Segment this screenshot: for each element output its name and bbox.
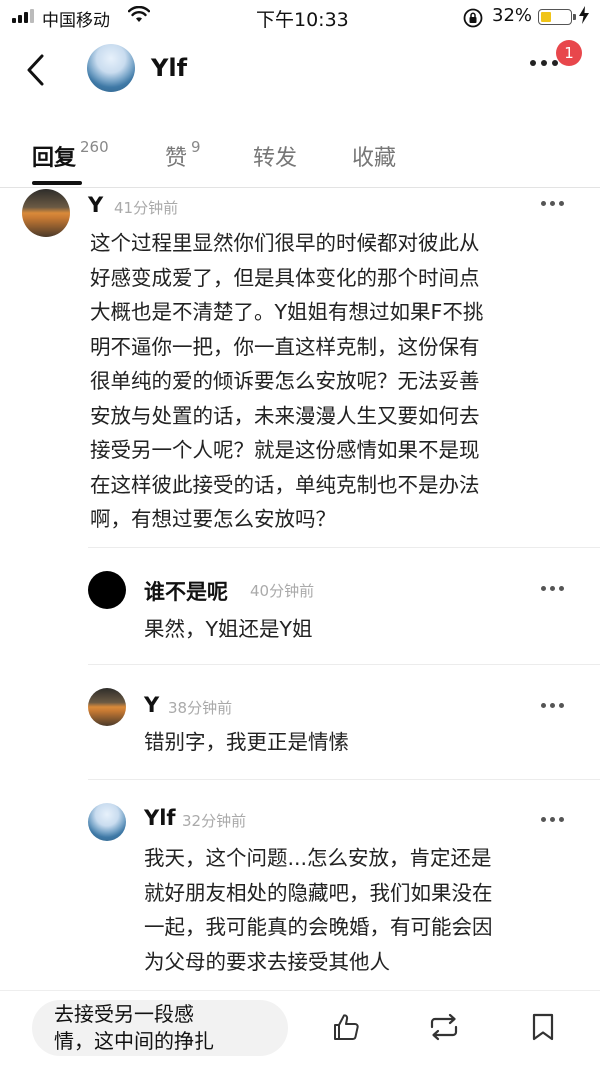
comment-time: 41分钟前: [114, 199, 179, 217]
tab-favorites[interactable]: 收藏: [352, 140, 396, 172]
comment-line: 很单纯的爱的倾诉要怎么安放呢？无法妥善: [90, 369, 480, 393]
reply-author[interactable]: Ylf: [144, 806, 176, 830]
reply-line: 果然，Y姐还是Y姐: [144, 617, 313, 641]
divider: [88, 664, 600, 665]
divider: [88, 547, 600, 548]
comment-line: 啊，有想过要怎么安放吗？: [90, 507, 336, 531]
reply-more-button[interactable]: [541, 586, 564, 591]
active-tab-indicator: [32, 181, 82, 185]
reply-body: 果然，Y姐还是Y姐: [144, 612, 584, 647]
tab-label: 转发: [253, 146, 298, 171]
comment-body: 这个过程里显然你们很早的时候都对彼此从 好感变成爱了，但是具体变化的那个时间点 …: [90, 226, 590, 537]
comment-author[interactable]: Y: [88, 193, 103, 217]
page-title: Ylf: [151, 54, 188, 82]
tab-likes[interactable]: 赞9: [165, 138, 201, 172]
wifi-icon: [127, 5, 151, 29]
battery-icon: [538, 9, 576, 25]
reply-author[interactable]: 谁不是呢: [144, 576, 228, 606]
notification-badge: 1: [556, 40, 582, 66]
like-button[interactable]: [331, 1012, 361, 1042]
comment-line: 接受另一个人呢？就是这份感情如果不是现: [90, 438, 480, 462]
repost-button[interactable]: [427, 1012, 458, 1042]
signal-icon: [12, 9, 34, 23]
reply-author[interactable]: Y: [144, 693, 159, 717]
avatar[interactable]: [88, 803, 126, 841]
avatar[interactable]: [22, 189, 70, 237]
comment-line: 在这样彼此接受的话，单纯克制也不是办法: [90, 472, 480, 497]
clock: 下午10:33: [256, 9, 349, 31]
divider: [88, 779, 600, 780]
reply-input-line: 去接受另一段感: [54, 1002, 194, 1026]
reply-line: 就好朋友相处的隐藏吧，我们如果没在: [144, 880, 493, 905]
tab-count: 9: [191, 138, 201, 156]
reply-line: 我天，这个问题...怎么安放，肯定还是: [144, 846, 492, 870]
avatar[interactable]: [88, 571, 126, 609]
avatar[interactable]: [88, 688, 126, 726]
carrier-name: 中国移动: [42, 11, 110, 31]
comment-line: 好感变成爱了，但是具体变化的那个时间点: [90, 265, 480, 290]
profile-avatar[interactable]: [87, 44, 135, 92]
reply-body: 我天，这个问题...怎么安放，肯定还是 就好朋友相处的隐藏吧，我们如果没在 一起…: [144, 841, 594, 979]
reply-more-button[interactable]: [541, 703, 564, 708]
divider: [0, 187, 600, 188]
rotation-lock-icon: [462, 7, 484, 34]
tab-label: 回复: [32, 146, 77, 171]
repost-icon: [430, 1013, 458, 1041]
status-bar: 中国移动 下午10:33 32%: [0, 0, 600, 34]
comment-more-button[interactable]: [541, 201, 564, 206]
reply-line: 为父母的要求去接受其他人: [144, 949, 390, 974]
bookmark-icon: [532, 1013, 554, 1041]
more-button[interactable]: [530, 60, 558, 66]
comment-line: 这个过程里显然你们很早的时候都对彼此从: [90, 231, 480, 255]
reply-body: 错别字，我更正是情愫: [144, 725, 584, 760]
comment-line: 大概也是不清楚了。Y姐姐有想过如果F不挑: [90, 300, 484, 324]
divider: [0, 990, 600, 991]
reply-more-button[interactable]: [541, 817, 564, 822]
charging-icon: [578, 5, 590, 29]
chevron-left-icon: [27, 54, 44, 86]
back-button[interactable]: [20, 50, 54, 90]
battery-percent: 32%: [492, 5, 533, 26]
tab-count: 260: [80, 138, 109, 156]
reply-input-line: 情，这中间的挣扎: [54, 1029, 214, 1053]
comment-line: 明不逼你一把，你一直这样克制，这份保有: [90, 334, 480, 359]
tab-label: 收藏: [352, 146, 397, 171]
tab-reposts[interactable]: 转发: [253, 140, 297, 172]
reply-time: 40分钟前: [250, 582, 315, 600]
bookmark-button[interactable]: [530, 1012, 560, 1042]
reply-input-text: 去接受另一段感 情，这中间的挣扎: [54, 1001, 284, 1055]
reply-time: 32分钟前: [182, 812, 247, 830]
reply-line: 一起，我可能真的会晚婚，有可能会因: [144, 915, 493, 939]
comment-line: 安放与处置的话，未来漫漫人生又要如何去: [90, 403, 480, 428]
tab-replies[interactable]: 回复 260: [32, 138, 109, 172]
reply-line: 错别字，我更正是情愫: [144, 730, 349, 754]
tab-label: 赞: [165, 146, 188, 171]
like-icon: [334, 1014, 359, 1040]
reply-time: 38分钟前: [168, 699, 233, 717]
